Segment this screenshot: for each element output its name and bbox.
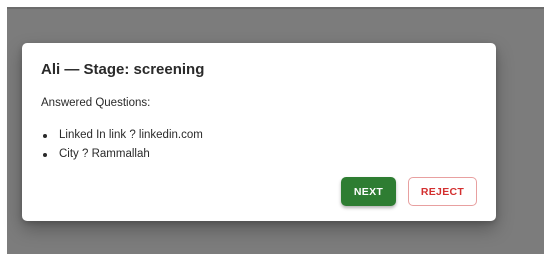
- candidate-stage-dialog: Ali — Stage: screening Answered Question…: [22, 43, 496, 221]
- next-button[interactable]: NEXT: [341, 177, 396, 206]
- answer-text: Linked In link ? linkedin.com: [59, 129, 203, 141]
- bullet-icon: [43, 153, 47, 157]
- dialog-title: Ali — Stage: screening: [41, 61, 205, 78]
- reject-button[interactable]: REJECT: [408, 177, 477, 206]
- list-item: City ? Rammallah: [41, 147, 203, 166]
- bullet-icon: [43, 134, 47, 138]
- answered-questions-list: Linked In link ? linkedin.com City ? Ram…: [41, 128, 203, 166]
- list-item: Linked In link ? linkedin.com: [41, 128, 203, 147]
- answer-text: City ? Rammallah: [59, 148, 150, 160]
- answered-questions-heading: Answered Questions:: [41, 97, 151, 109]
- page-header-divider: [7, 7, 544, 9]
